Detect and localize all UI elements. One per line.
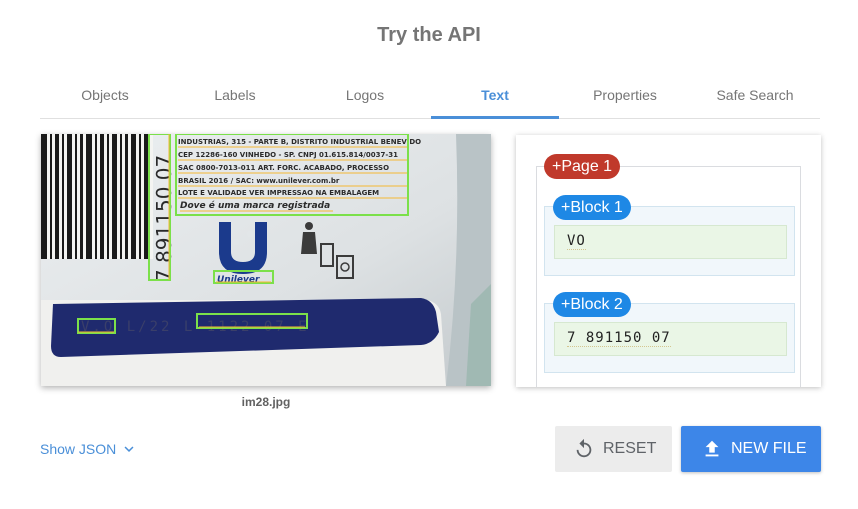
barcode-digits: 7 891150 07 xyxy=(152,155,176,282)
reset-button[interactable]: RESET xyxy=(555,426,672,472)
new-file-button[interactable]: NEW FILE xyxy=(681,426,821,472)
block-1-text: VO xyxy=(554,225,787,259)
page-chip[interactable]: +Page 1 xyxy=(544,154,621,179)
block-2: +Block 2 7 891150 07 xyxy=(544,292,795,373)
block-1: +Block 1 VO xyxy=(544,195,795,276)
block-2-word: 7 891150 07 xyxy=(567,330,671,347)
chevron-down-icon xyxy=(124,446,134,452)
show-json-label: Show JSON xyxy=(40,441,117,457)
svg-text:INDUSTRIAS, 315 - PARTE B, DIS: INDUSTRIAS, 315 - PARTE B, DISTRITO INDU… xyxy=(178,138,421,146)
block-2-text: 7 891150 07 xyxy=(554,322,787,356)
reset-label: RESET xyxy=(603,440,657,457)
tab-properties[interactable]: Properties xyxy=(560,78,690,118)
analyzed-image: 7 891150 07 INDUSTRIAS, 315 - PARTE B, D… xyxy=(41,134,491,386)
show-json-toggle[interactable]: Show JSON xyxy=(40,440,138,458)
tab-safe-search[interactable]: Safe Search xyxy=(690,78,820,118)
tab-logos[interactable]: Logos xyxy=(300,78,430,118)
new-file-label: NEW FILE xyxy=(731,440,807,457)
block-1-chip[interactable]: +Block 1 xyxy=(553,195,631,220)
text-results-panel[interactable]: +Page 1 +Block 1 VO +Block 2 7 891150 07 xyxy=(516,135,821,387)
svg-text:Dove é uma marca registrada: Dove é uma marca registrada xyxy=(180,200,330,211)
tab-bar: Objects Labels Logos Text Properties Saf… xyxy=(40,78,820,119)
image-filename: im28.jpg xyxy=(241,395,291,409)
svg-text:CEP 12286-160 VINHEDO - SP. CN: CEP 12286-160 VINHEDO - SP. CNPJ 01.615.… xyxy=(178,151,398,159)
tab-labels[interactable]: Labels xyxy=(170,78,300,118)
page-title: Try the API xyxy=(377,24,481,46)
svg-text:LOTE E VALIDADE VER IMPRESSAO: LOTE E VALIDADE VER IMPRESSAO NA EMBALAG… xyxy=(178,189,379,197)
svg-text:BRASIL 2016 / SAC: www.unileve: BRASIL 2016 / SAC: www.unilever.com.br xyxy=(178,177,340,185)
bottle-photo: 7 891150 07 INDUSTRIAS, 315 - PARTE B, D… xyxy=(41,134,491,386)
block-2-chip[interactable]: +Block 2 xyxy=(553,292,631,317)
barcode xyxy=(41,134,153,259)
tab-objects[interactable]: Objects xyxy=(40,78,170,118)
upload-icon xyxy=(705,440,719,457)
reset-icon xyxy=(576,438,592,458)
block-1-word: VO xyxy=(567,233,586,250)
svg-text:SAC 0800-7013-011 ART. FORC. A: SAC 0800-7013-011 ART. FORC. ACABADO, PR… xyxy=(178,164,389,172)
tab-text[interactable]: Text xyxy=(430,78,560,119)
